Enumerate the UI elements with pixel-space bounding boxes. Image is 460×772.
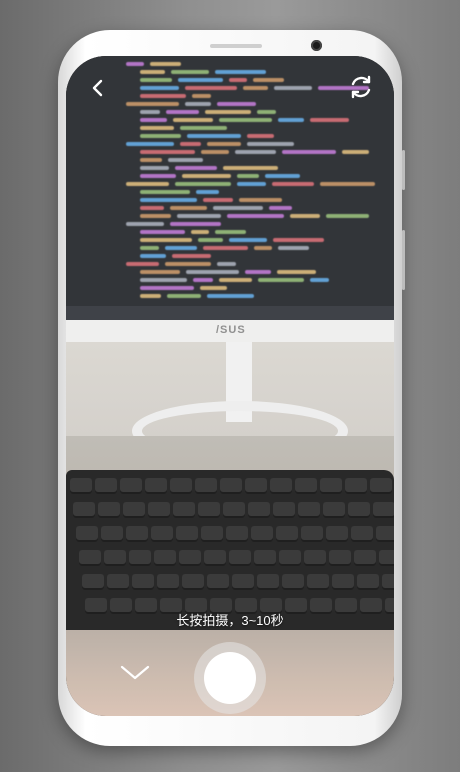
- power-button: [402, 230, 405, 290]
- front-camera: [311, 40, 322, 51]
- volume-button: [402, 150, 405, 190]
- record-hint-text: 长按拍摄，3~10秒: [176, 613, 284, 628]
- collapse-button[interactable]: [118, 662, 152, 684]
- phone-frame: /SUS 长按拍摄，3~10秒: [58, 30, 405, 746]
- back-button[interactable]: [84, 74, 112, 102]
- chevron-left-icon: [92, 79, 103, 97]
- switch-camera-button[interactable]: [346, 72, 376, 102]
- chevron-down-icon: [120, 665, 150, 680]
- shutter-button[interactable]: [194, 642, 266, 714]
- shutter-button-center: [204, 652, 256, 704]
- camera-screen: /SUS 长按拍摄，3~10秒: [66, 56, 394, 716]
- earpiece-speaker: [210, 44, 262, 48]
- camera-switch-icon: [351, 75, 371, 99]
